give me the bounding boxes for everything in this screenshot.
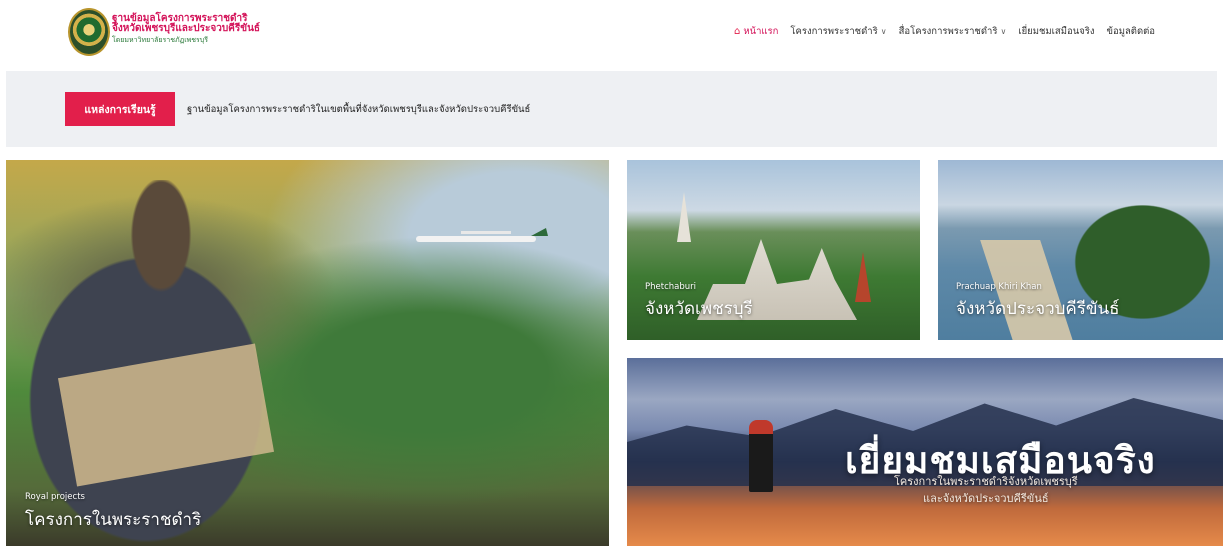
nav-royal-projects[interactable]: โครงการพระราชดำริ ∨: [790, 24, 886, 39]
royal-card-title: โครงการในพระราชดำริ: [25, 510, 202, 530]
nav-media[interactable]: สื่อโครงการพระราชดำริ ∨: [899, 24, 1007, 39]
brand-line-2: จังหวัดเพชรบุรีและประจวบคีรีขันธ์: [112, 23, 261, 34]
airplane-icon: [416, 228, 548, 242]
learning-sources-button[interactable]: แหล่งการเรียนรู้: [65, 92, 175, 126]
virtual-tour-subtitle-1: โครงการในพระราชดำริจังหวัดเพชรบุรี: [894, 475, 1078, 488]
nav-virtual-tour[interactable]: เยี่ยมชมเสมือนจริง: [1018, 24, 1094, 39]
nav-royal-projects-label: โครงการพระราชดำริ: [790, 26, 878, 37]
phetchaburi-card-title: จังหวัดเพชรบุรี: [645, 299, 753, 319]
prachuap-card[interactable]: Prachuap Khiri Khan จังหวัดประจวบคีรีขัน…: [938, 160, 1223, 340]
nav-media-label: สื่อโครงการพระราชดำริ: [898, 26, 998, 37]
prang-image: [855, 252, 871, 302]
phetchaburi-card-subtitle: Phetchaburi: [645, 282, 696, 292]
nav-contact-label: ข้อมูลติดต่อ: [1106, 26, 1156, 37]
home-icon: ⌂: [733, 26, 741, 37]
chevron-down-icon: ∨: [880, 27, 887, 36]
brand-line-3: โดยมหาวิทยาลัยราชภัฏเพชรบุรี: [112, 36, 209, 44]
royal-projects-card[interactable]: Royal projects โครงการในพระราชดำริ: [6, 160, 609, 546]
virtual-tour-subtitle-2: และจังหวัดประจวบคีรีขันธ์: [923, 492, 1049, 505]
royal-card-subtitle: Royal projects: [25, 492, 85, 502]
announcement-text[interactable]: ฐานข้อมูลโครงการพระราชดำริในเขตพื้นที่จั…: [187, 102, 530, 117]
phetchaburi-card[interactable]: Phetchaburi จังหวัดเพชรบุรี: [627, 160, 920, 340]
site-brand[interactable]: ฐานข้อมูลโครงการพระราชดำริ จังหวัดเพชรบุ…: [112, 14, 260, 45]
site-header: ฐานข้อมูลโครงการพระราชดำริ จังหวัดเพชรบุ…: [0, 0, 1223, 70]
chevron-down-icon: ∨: [1000, 27, 1007, 36]
prachuap-card-subtitle: Prachuap Khiri Khan: [956, 282, 1042, 292]
virtual-tour-card[interactable]: เยี่ยมชมเสมือนจริง โครงการในพระราชดำริจั…: [627, 358, 1223, 546]
stupa-image: [677, 192, 691, 242]
nav-home-label: หน้าแรก: [743, 26, 779, 37]
nav-virtual-tour-label: เยี่ยมชมเสมือนจริง: [1018, 26, 1095, 37]
announcement-bar: แหล่งการเรียนรู้ ฐานข้อมูลโครงการพระราชด…: [6, 71, 1217, 147]
person-silhouette-image: [749, 420, 773, 492]
nav-contact[interactable]: ข้อมูลติดต่อ: [1107, 24, 1156, 39]
university-logo[interactable]: [68, 8, 110, 56]
main-nav: ⌂ หน้าแรก โครงการพระราชดำริ ∨ สื่อโครงกา…: [734, 24, 1155, 39]
nav-home[interactable]: ⌂ หน้าแรก: [734, 24, 778, 39]
prachuap-card-title: จังหวัดประจวบคีรีขันธ์: [956, 299, 1120, 319]
